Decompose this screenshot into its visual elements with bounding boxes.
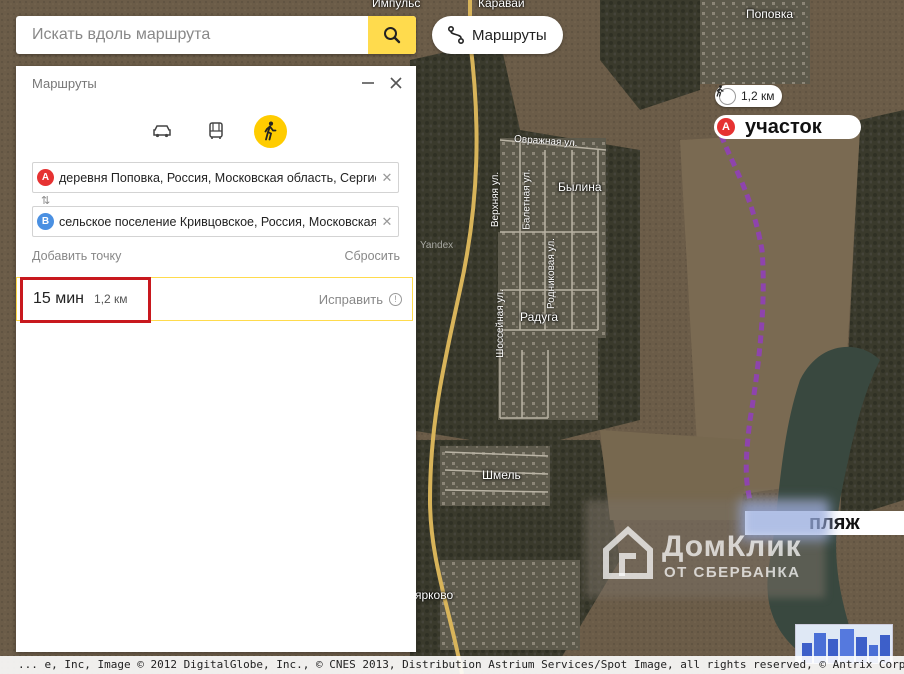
street-label-shosseynaya: Шоссейная ул. <box>494 289 506 358</box>
point-a-field[interactable]: A деревня Поповка, Россия, Московская об… <box>32 162 399 193</box>
fix-route-label: Исправить <box>318 291 383 307</box>
panel-header: Маршруты <box>16 66 416 100</box>
place-label-raduga: Радуга <box>520 310 559 324</box>
domclick-logo-icon <box>603 525 653 579</box>
place-label-bylina: Былина <box>558 180 602 194</box>
point-a-value[interactable]: деревня Поповка, Россия, Московская обла… <box>59 170 376 186</box>
close-button[interactable] <box>386 72 406 94</box>
place-label-popovka: Поповка <box>746 7 794 21</box>
point-b-field[interactable]: B сельское поселение Кривцовское, Россия… <box>32 206 399 237</box>
point-a-pin: A <box>717 118 735 136</box>
mode-transit-button[interactable] <box>200 115 233 148</box>
street-label-baletnaya: Балетная ул. <box>521 169 533 230</box>
fix-route-button[interactable]: Исправить ! <box>319 292 402 307</box>
route-search-input[interactable] <box>16 16 368 54</box>
routes-button-label: Маршруты <box>472 26 547 44</box>
panel-title: Маршруты <box>32 75 97 91</box>
transport-mode-selector <box>16 114 416 148</box>
route-highlight-frame <box>20 277 151 323</box>
minimize-button[interactable] <box>358 72 378 94</box>
watermark-title: ДомКлик <box>662 530 802 563</box>
reset-link[interactable]: Сбросить <box>344 249 400 263</box>
yandex-map-watermark: Yandex <box>420 240 454 251</box>
close-icon <box>390 77 402 89</box>
plot-label[interactable]: A участок <box>714 115 861 139</box>
map-copyright: ... e, Inc, Image © 2012 DigitalGlobe, I… <box>0 656 904 674</box>
car-icon <box>153 125 171 138</box>
place-label-impuls: Импульс <box>372 0 421 10</box>
place-label-yarkovo: ярково <box>415 588 454 602</box>
watermark-subtitle: ОТ СБЕРБАНКА <box>664 564 801 581</box>
route-icon <box>447 25 465 45</box>
route-option[interactable]: 15 мин 1,2 км Исправить ! <box>16 277 413 323</box>
mode-car-button[interactable] <box>146 115 179 148</box>
minimize-icon <box>362 82 374 84</box>
point-a-marker: A <box>37 169 54 186</box>
plot-label-text: участок <box>745 115 822 138</box>
add-point-link[interactable]: Добавить точку <box>32 249 121 263</box>
mode-pedestrian-button[interactable] <box>253 114 287 148</box>
route-search-box <box>16 16 416 54</box>
info-icon: ! <box>389 292 402 306</box>
routes-button[interactable]: Маршруты <box>432 16 563 54</box>
clear-point-b-button[interactable]: ✕ <box>376 214 398 230</box>
street-label-rodnikovaya: Родниковая ул. <box>545 238 557 309</box>
clear-point-a-button[interactable]: ✕ <box>376 170 398 186</box>
street-label-verkhnyaya: Верхняя ул. <box>490 171 502 228</box>
point-b-value[interactable]: сельское поселение Кривцовское, Россия, … <box>59 214 376 230</box>
bus-icon <box>209 122 223 139</box>
place-label-shmel: Шмель <box>482 468 521 482</box>
search-icon <box>384 27 401 44</box>
routes-panel: Маршруты A деревня Поповка, Россия, Моск… <box>16 66 416 652</box>
pedestrian-icon <box>264 121 277 141</box>
route-distance-value: 1,2 км <box>741 89 775 103</box>
search-button[interactable] <box>368 16 416 54</box>
point-b-marker: B <box>37 213 54 230</box>
pedestrian-icon <box>716 85 736 105</box>
place-label-karavai: Каравай <box>478 0 525 10</box>
route-distance-badge[interactable]: 1,2 км <box>715 85 782 107</box>
